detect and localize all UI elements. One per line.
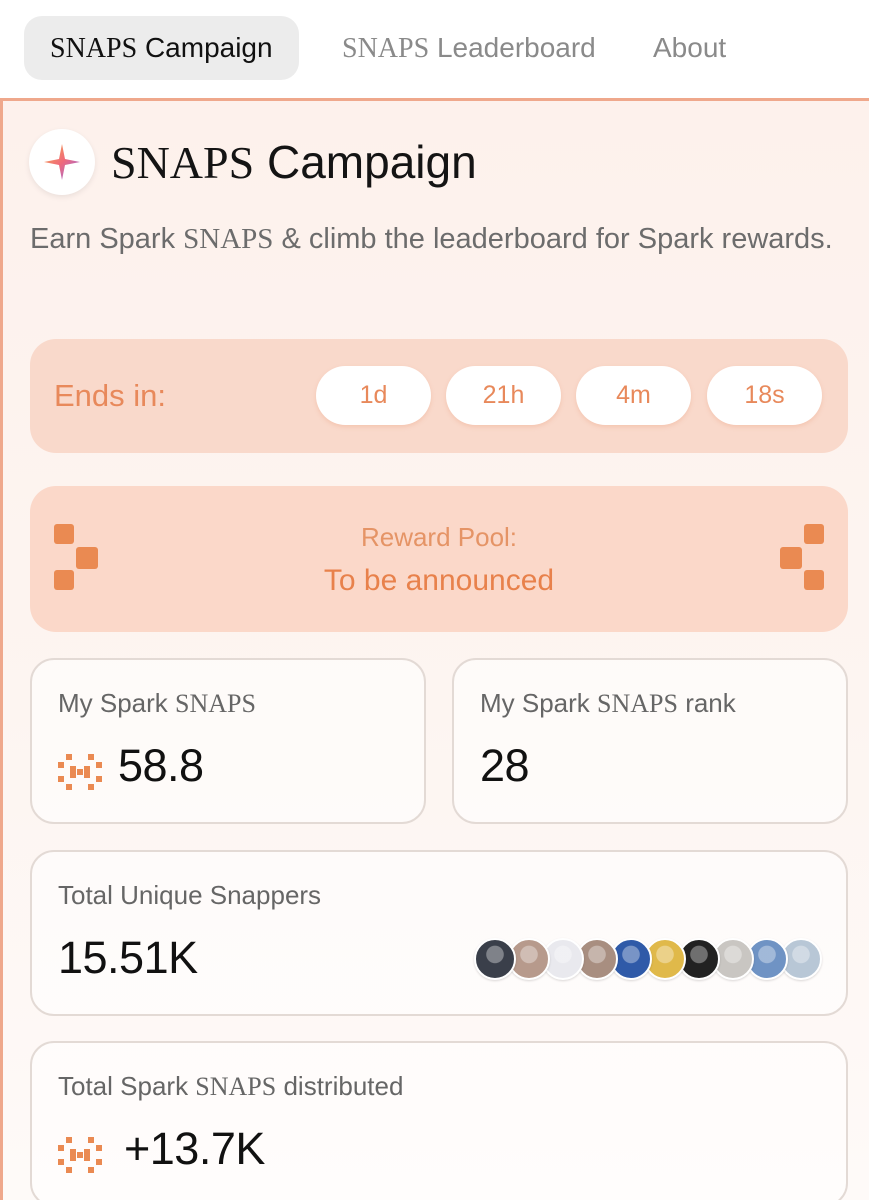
snaps-distributed-value: +13.7K [124, 1123, 265, 1174]
page-subtitle: Earn Spark SNAPS & climb the leaderboard… [30, 215, 840, 263]
label-snaps: SNAPS [597, 689, 678, 718]
countdown-seconds: 18s [707, 366, 822, 425]
title-prefix: SNAPS [111, 137, 255, 188]
label-snaps: SNAPS [195, 1072, 277, 1101]
tab-about[interactable]: About [653, 16, 726, 80]
label-snaps: SNAPS [175, 689, 256, 718]
label-part: My Spark [480, 688, 598, 718]
countdown-days: 1d [316, 366, 431, 425]
subtitle-snaps: SNAPS [183, 223, 274, 255]
my-rank-label: My Spark SNAPS rank [480, 688, 736, 719]
top-tab-bar: SNAPS Campaign SNAPS Leaderboard About [0, 0, 869, 98]
tab-snaps-campaign[interactable]: SNAPS Campaign [24, 16, 299, 80]
reward-pool-value: To be announced [323, 564, 555, 597]
my-snaps-label: My Spark SNAPS [58, 688, 256, 719]
label-part: distributed [276, 1071, 404, 1101]
avatar [474, 938, 516, 980]
pixel-bracket-right-icon [780, 524, 824, 590]
tab-label: Leaderboard [436, 32, 596, 63]
reward-pool-label: Reward Pool: [360, 522, 518, 552]
snaps-distributed-card: Total Spark SNAPS distributed +13.7K [30, 1041, 848, 1200]
countdown-label: Ends in: [54, 378, 167, 413]
label-part: rank [677, 688, 736, 718]
countdown-hours: 21h [446, 366, 561, 425]
my-rank-card: My Spark SNAPS rank 28 [452, 658, 848, 824]
title-text: Campaign [266, 136, 477, 188]
subtitle-part: Earn Spark [30, 223, 184, 255]
reward-pool-card: Reward Pool: To be announced [30, 486, 848, 632]
label-part: Total Spark [58, 1071, 196, 1101]
campaign-panel: SNAPS Campaign Earn Spark SNAPS & climb … [0, 98, 869, 1200]
spark-star-icon [29, 129, 95, 195]
unique-snappers-value: 15.51K [58, 932, 198, 983]
my-snaps-card: My Spark SNAPS 58.8 [30, 658, 426, 824]
snaps-distributed-label: Total Spark SNAPS distributed [58, 1071, 403, 1102]
label-part: My Spark [58, 688, 176, 718]
snaps-token-icon [58, 754, 102, 790]
tab-label: Campaign [144, 32, 273, 63]
tab-prefix: SNAPS [50, 33, 138, 64]
tab-prefix: SNAPS [342, 33, 430, 64]
snaps-token-icon [58, 1137, 102, 1173]
my-snaps-value: 58.8 [118, 740, 204, 791]
countdown-minutes: 4m [576, 366, 691, 425]
countdown-bar: Ends in: 1d 21h 4m 18s [30, 339, 848, 453]
avatar-stack [474, 938, 822, 980]
unique-snappers-card: Total Unique Snappers 15.51K [30, 850, 848, 1016]
page-title: SNAPS Campaign [111, 135, 477, 189]
my-rank-value: 28 [480, 740, 530, 791]
subtitle-part: & climb the leaderboard for Spark reward… [273, 223, 833, 255]
tab-label: About [653, 32, 727, 63]
tab-snaps-leaderboard[interactable]: SNAPS Leaderboard [342, 16, 596, 80]
unique-snappers-label: Total Unique Snappers [58, 880, 322, 910]
